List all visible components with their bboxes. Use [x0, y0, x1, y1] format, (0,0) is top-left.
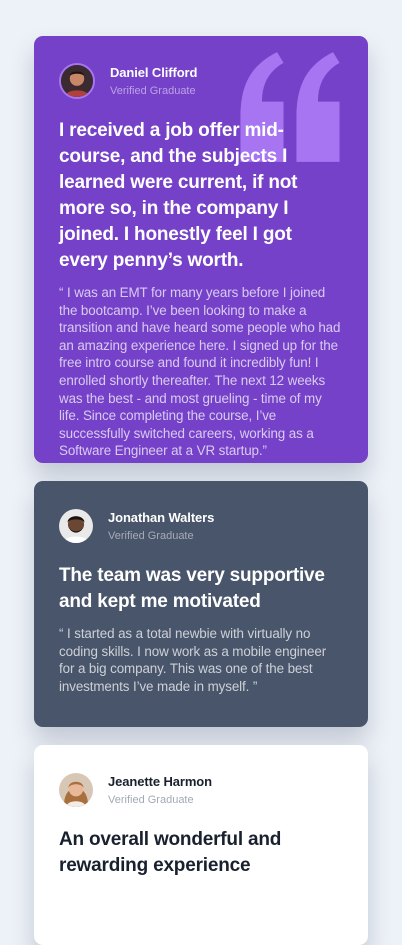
avatar-jonathan: [59, 509, 93, 543]
avatar-jeanette: [59, 773, 93, 807]
testimonial-body: “ I was an EMT for many years before I j…: [59, 285, 341, 459]
author-name: Daniel Clifford: [110, 64, 198, 80]
testimonial-headline: I received a job offer mid-course, and t…: [59, 120, 298, 271]
author-info: Jeanette Harmon Verified Graduate: [59, 771, 342, 809]
testimonial-card-jonathan: Jonathan Walters Verified Graduate The t…: [34, 481, 368, 727]
author-role: Verified Graduate: [108, 529, 194, 542]
author-role: Verified Graduate: [108, 793, 194, 806]
author-name: Jeanette Harmon: [108, 773, 212, 789]
testimonial-headline: The team was very supportive and kept me…: [59, 565, 325, 612]
testimonial-body: “ I started as a total newbie with virtu…: [59, 626, 327, 694]
testimonial-headline: An overall wonderful and rewarding exper…: [59, 829, 282, 876]
author-role: Verified Graduate: [110, 84, 196, 97]
author-info: Jonathan Walters Verified Graduate: [59, 507, 342, 545]
author-info: Daniel Clifford Verified Graduate: [59, 62, 342, 100]
testimonial-card-jeanette: Jeanette Harmon Verified Graduate An ove…: [34, 745, 368, 945]
avatar-daniel: [59, 63, 95, 99]
testimonial-card-daniel: Daniel Clifford Verified Graduate I rece…: [34, 36, 368, 463]
author-name: Jonathan Walters: [108, 509, 215, 525]
